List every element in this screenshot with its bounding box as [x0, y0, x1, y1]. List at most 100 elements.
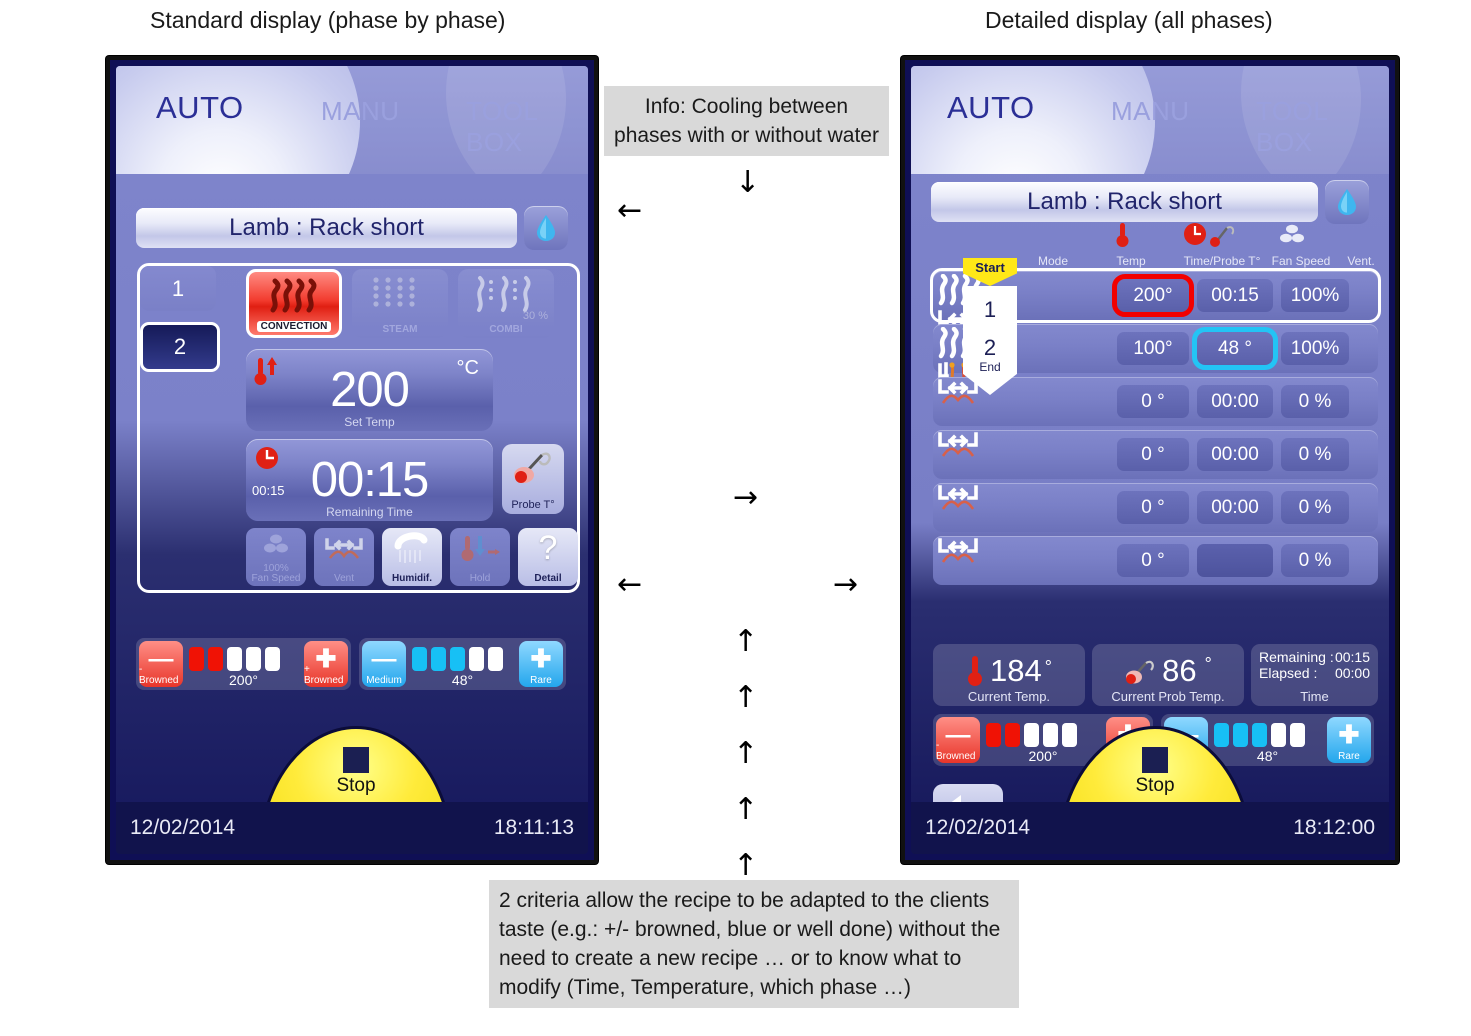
- row-temp-cell[interactable]: 200°: [1112, 274, 1194, 317]
- set-temp-display[interactable]: 200 °C Set Temp: [246, 349, 493, 431]
- start-badge: Start: [963, 258, 1017, 286]
- tab-toolbox[interactable]: TOOL BOX: [1256, 96, 1389, 158]
- mode-button-steam[interactable]: STEAM: [352, 269, 448, 338]
- browned-plus-button[interactable]: ✚ + Browned: [304, 641, 348, 687]
- remaining-label: Remaining :: [1259, 649, 1334, 665]
- row-fan-cell[interactable]: 100%: [1281, 332, 1349, 365]
- humidifier-button[interactable]: Humidif.: [382, 528, 442, 586]
- mode-label-steam: STEAM: [382, 324, 418, 335]
- date-label: 12/02/2014: [130, 816, 236, 839]
- detail-button[interactable]: ? Detail: [518, 528, 578, 586]
- mode-button-row: CONVECTION STEAM 30 % COMBI: [246, 269, 554, 338]
- doneness-plus-button[interactable]: ✚ Rare: [1327, 717, 1371, 763]
- time-label: 18:11:13: [493, 816, 574, 839]
- row-temp-cell[interactable]: 0 °: [1117, 491, 1189, 524]
- doneness-plus-label: Rare: [1338, 751, 1360, 762]
- row-time-cell[interactable]: 00:00: [1197, 385, 1273, 418]
- current-probe-value: 86: [1162, 653, 1197, 688]
- doneness-segments[interactable]: [406, 647, 509, 671]
- phase-tab-2[interactable]: 2: [140, 322, 220, 372]
- question-mark-icon: ?: [538, 529, 558, 567]
- fan-speed-label: Fan Speed: [251, 573, 301, 584]
- row-vent-icon-closed[interactable]: [933, 430, 983, 462]
- status-row: 184 ° Current Temp. 86 ° Current Prob Te…: [933, 644, 1378, 706]
- mode-label-combi: COMBI: [489, 324, 523, 335]
- row-vent-icon-closed[interactable]: [933, 536, 983, 568]
- current-temp-caption: Current Temp.: [967, 689, 1051, 704]
- row-time-cell[interactable]: 00:00: [1197, 491, 1273, 524]
- probe-temp-label: Probe T°: [511, 499, 555, 511]
- row-fan-cell[interactable]: 0 %: [1281, 438, 1349, 471]
- current-temp-card: 184 ° Current Temp.: [933, 644, 1085, 706]
- criteria-browned: — - Browned 200° ✚ + Browned: [136, 638, 351, 690]
- tab-auto[interactable]: AUTO: [947, 90, 1035, 126]
- row-time-cell[interactable]: 00:15: [1197, 279, 1273, 312]
- browned-segments[interactable]: [183, 647, 286, 671]
- tab-manu[interactable]: MANU: [1111, 96, 1190, 127]
- row-vent-icon-closed[interactable]: [933, 483, 983, 515]
- fan-speed-button[interactable]: 100% Fan Speed: [246, 528, 306, 586]
- vent-button[interactable]: Vent: [314, 528, 374, 586]
- browned-minus-button[interactable]: — - Browned: [936, 717, 980, 763]
- table-row[interactable]: 0 ° 00:00 0 %: [933, 430, 1378, 479]
- recipe-name[interactable]: Lamb : Rack short: [136, 208, 517, 248]
- row-temp-cell[interactable]: 0 °: [1117, 544, 1189, 577]
- right-tabbar: AUTO MANU TOOL BOX: [911, 66, 1389, 174]
- water-droplet-icon[interactable]: [524, 206, 568, 250]
- elapsed-label: Elapsed :: [1259, 665, 1318, 681]
- row-fan-cell[interactable]: 0 %: [1281, 385, 1349, 418]
- browned-minus-button[interactable]: — - Browned: [139, 641, 183, 687]
- caption-detailed-display: Detailed display (all phases): [985, 7, 1273, 33]
- stop-square-icon: [343, 747, 369, 773]
- table-row[interactable]: 0 ° 00:00 0 %: [933, 483, 1378, 532]
- time-caption: Time: [1300, 689, 1329, 704]
- detailed-display-panel: AUTO MANU TOOL BOX Lamb : Rack short Mod…: [901, 56, 1399, 864]
- row-fan-cell[interactable]: 0 %: [1281, 491, 1349, 524]
- phase-tab-1[interactable]: 1: [140, 266, 216, 311]
- hold-label: Hold: [469, 573, 491, 584]
- set-temp-unit: °C: [456, 357, 479, 379]
- row-temp-cell[interactable]: 0 °: [1117, 438, 1189, 471]
- doneness-plus-label: Rare: [530, 675, 552, 686]
- probe-temp-button[interactable]: Probe T°: [502, 444, 564, 514]
- current-probe-unit: °: [1204, 653, 1212, 674]
- doneness-value: 48°: [451, 672, 474, 688]
- left-tabbar: AUTO MANU TOOL BOX: [116, 66, 588, 174]
- row-temp-cell[interactable]: 100°: [1117, 332, 1189, 365]
- mode-button-combi[interactable]: 30 % COMBI: [458, 269, 554, 338]
- remaining-value: 00:15: [1334, 649, 1370, 665]
- tab-manu[interactable]: MANU: [321, 96, 400, 127]
- detail-label: Detail: [534, 573, 562, 584]
- minus-icon: —: [945, 721, 971, 749]
- stop-label: Stop: [1135, 775, 1175, 796]
- hold-button[interactable]: Hold: [450, 528, 510, 586]
- arrow-up-icon: ↑: [733, 792, 759, 827]
- row-fan-cell[interactable]: 0 %: [1281, 544, 1349, 577]
- humidifier-label: Humidif.: [392, 573, 432, 584]
- arrow-up-icon: ↑: [733, 848, 759, 883]
- current-probe-caption: Current Prob Temp.: [1111, 689, 1225, 704]
- doneness-segments[interactable]: [1208, 723, 1311, 747]
- remaining-time-display[interactable]: 00:15 00:15 Remaining Time: [246, 439, 493, 521]
- row-time-cell[interactable]: 00:00: [1197, 438, 1273, 471]
- arrow-right-icon: →: [733, 480, 759, 515]
- recipe-name[interactable]: Lamb : Rack short: [931, 182, 1318, 222]
- row-temp-cell[interactable]: 0 °: [1117, 385, 1189, 418]
- stop-label: Stop: [336, 775, 376, 796]
- browned-segments[interactable]: [980, 723, 1083, 747]
- current-probe-card: 86 ° Current Prob Temp.: [1092, 644, 1244, 706]
- col-header-fan-speed: Fan Speed: [1271, 254, 1331, 268]
- table-row[interactable]: 0 ° 0 %: [933, 536, 1378, 585]
- plus-icon: ✚: [1338, 721, 1360, 749]
- mode-button-convection[interactable]: CONVECTION: [246, 269, 342, 338]
- tab-toolbox[interactable]: TOOL BOX: [466, 96, 588, 158]
- tab-auto[interactable]: AUTO: [156, 90, 244, 126]
- row-fan-cell[interactable]: 100%: [1281, 279, 1349, 312]
- water-droplet-icon[interactable]: [1325, 180, 1369, 224]
- row-time-cell[interactable]: 48 °: [1192, 327, 1278, 370]
- doneness-plus-button[interactable]: ✚ Rare: [519, 641, 563, 687]
- row-time-cell[interactable]: [1197, 544, 1273, 577]
- doneness-minus-button[interactable]: — Medium: [362, 641, 406, 687]
- combi-percent: 30 %: [522, 310, 548, 322]
- current-temp-value: 184: [990, 653, 1042, 688]
